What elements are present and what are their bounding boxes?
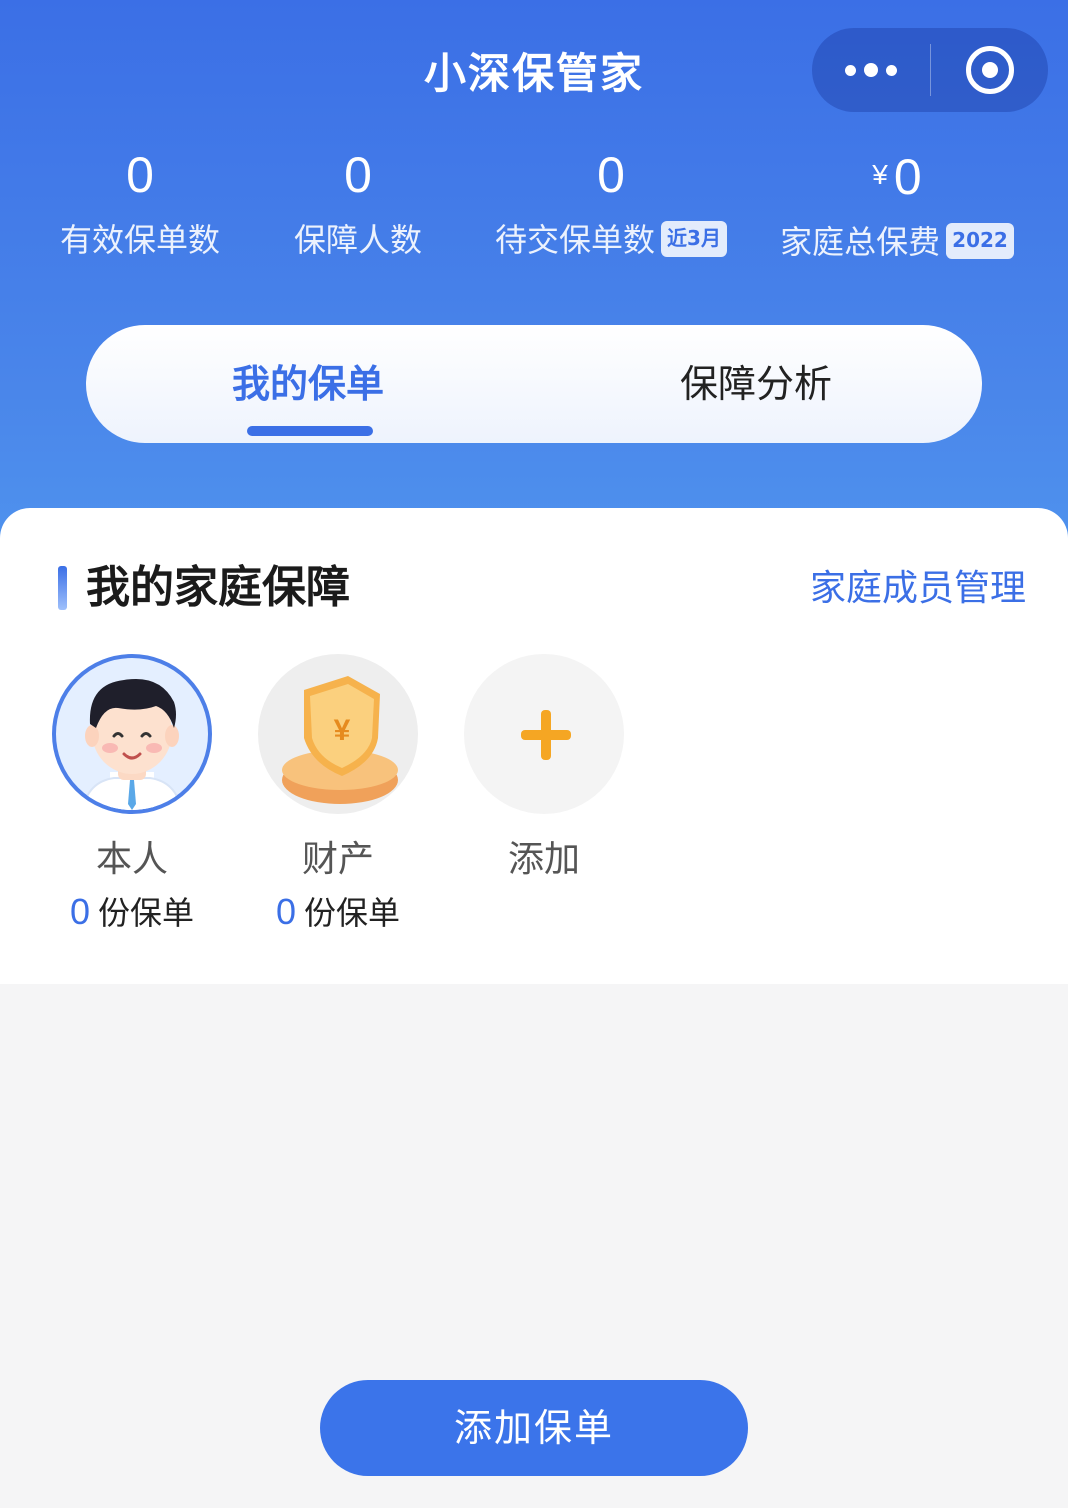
stat-valid-policies[interactable]: 0 有效保单数 xyxy=(40,140,240,270)
close-target-icon[interactable] xyxy=(931,28,1048,112)
tab-bar: 我的保单 保障分析 xyxy=(86,325,982,443)
period-badge: 近3月 xyxy=(661,221,727,257)
family-member-management-link[interactable]: 家庭成员管理 xyxy=(810,556,1026,622)
add-member-button[interactable]: 添加 xyxy=(460,654,628,884)
member-self[interactable]: 本人 0 份保单 xyxy=(48,654,216,941)
stat-value: 0 xyxy=(893,149,922,205)
mini-program-capsule xyxy=(812,28,1048,112)
stat-pending-policies[interactable]: 0 待交保单数 近3月 xyxy=(486,140,736,270)
add-policy-button[interactable]: 添加保单 xyxy=(320,1380,748,1476)
member-name: 本人 xyxy=(95,839,168,880)
family-coverage-card: 我的家庭保障 家庭成员管理 本人 0 份保单 ¥ 财产 0 份保单 添加 xyxy=(0,508,1068,984)
active-tab-indicator xyxy=(247,426,373,436)
stat-label: 待交保单数 xyxy=(495,221,656,259)
stat-label: 家庭总保费 xyxy=(780,223,941,261)
currency-symbol: ¥ xyxy=(872,159,888,190)
member-name: 财产 xyxy=(301,839,374,880)
member-name: 添加 xyxy=(507,839,580,880)
svg-text:¥: ¥ xyxy=(334,714,351,747)
tab-coverage-analysis[interactable]: 保障分析 xyxy=(534,325,982,443)
section-accent-bar xyxy=(58,566,67,610)
policy-count: 0 xyxy=(69,891,90,932)
stat-value: 0 xyxy=(344,147,372,203)
shield-coin-icon: ¥ xyxy=(258,654,418,814)
tab-label: 保障分析 xyxy=(680,362,833,406)
year-badge: 2022 xyxy=(946,223,1014,259)
more-menu-icon[interactable] xyxy=(812,28,930,112)
stats-row: 0 有效保单数 0 保障人数 0 待交保单数 近3月 ¥0 家庭总保费 2022 xyxy=(0,140,1068,280)
stat-label: 有效保单数 xyxy=(59,221,220,259)
policy-unit: 份保单 xyxy=(98,894,195,932)
stat-insured-people[interactable]: 0 保障人数 xyxy=(268,140,448,270)
stat-total-premium[interactable]: ¥0 家庭总保费 2022 xyxy=(772,140,1022,272)
stat-label: 保障人数 xyxy=(293,221,422,259)
stat-value: 0 xyxy=(126,147,154,203)
person-avatar-icon xyxy=(52,654,212,814)
stat-value: 0 xyxy=(597,147,625,203)
section-title: 我的家庭保障 xyxy=(86,562,350,613)
policy-count: 0 xyxy=(275,891,296,932)
header-banner: 小深保管家 0 有效保单数 0 保障人数 0 待交保单数 近3月 ¥0 家庭总保费… xyxy=(0,0,1068,560)
plus-icon xyxy=(464,654,624,814)
member-property[interactable]: ¥ 财产 0 份保单 xyxy=(254,654,422,941)
policy-unit: 份保单 xyxy=(304,894,401,932)
